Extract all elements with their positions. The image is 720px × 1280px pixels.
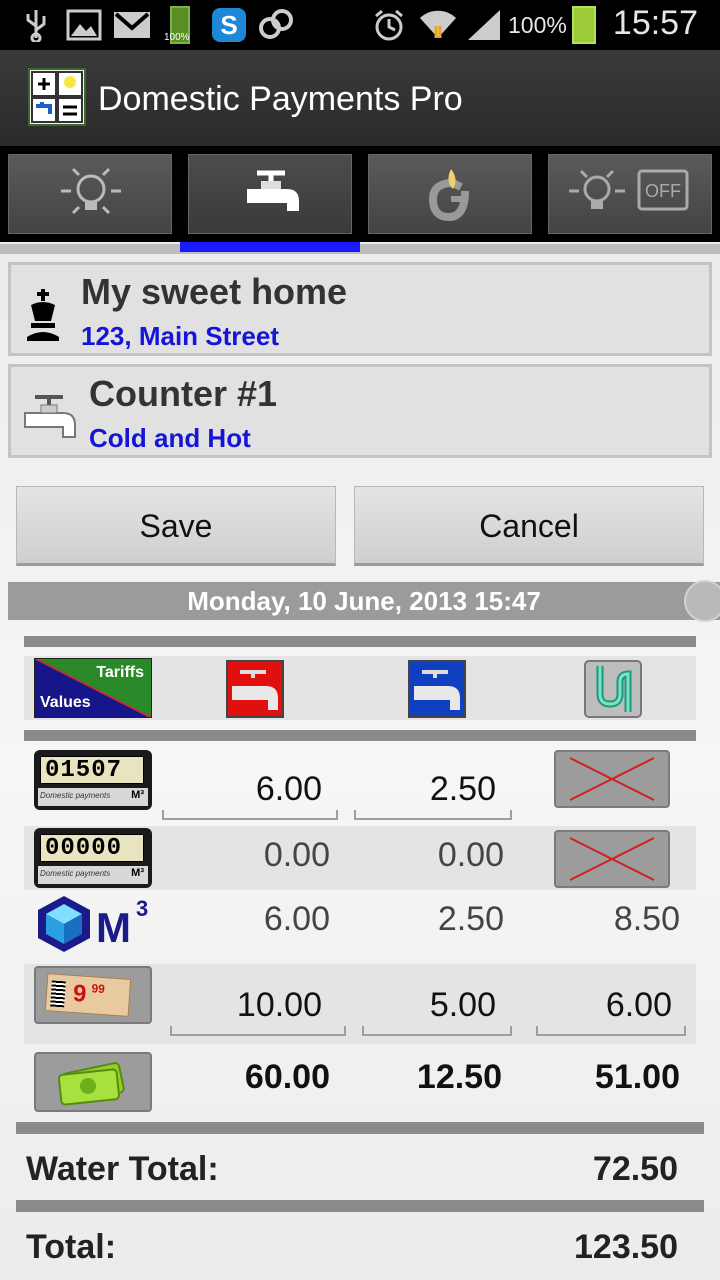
signal-icon — [468, 10, 500, 40]
meter-unit: M³ — [131, 867, 144, 879]
battery-small-icon: 100% — [164, 6, 196, 44]
cubic-meter-icon: M 3 — [34, 892, 152, 954]
divider — [24, 636, 696, 647]
water-total-label: Water Total: — [26, 1150, 219, 1188]
status-clock: 15:57 — [612, 4, 698, 42]
content: My sweet home 123, Main Street Counter #… — [0, 254, 720, 1280]
grand-total-value: 123.50 — [574, 1228, 678, 1266]
counter-title: Counter #1 — [89, 373, 278, 414]
tab-gas[interactable] — [368, 154, 532, 234]
sync-icon — [259, 9, 293, 39]
price-tag-icon: 9 99 — [34, 966, 152, 1024]
tariff-sewage-underline — [536, 1026, 686, 1036]
tariffs-label: Tariffs — [96, 664, 144, 681]
alarm-icon — [375, 9, 403, 41]
usage-hot-value: 6.00 — [263, 900, 330, 938]
cold-water-icon — [408, 660, 466, 718]
meter-brand: Domestic payments — [40, 791, 111, 800]
m3-superscript: 3 — [136, 896, 149, 921]
current-cold-input[interactable]: 2.50 — [360, 770, 496, 809]
svg-text:OFF: OFF — [645, 181, 681, 201]
cross-icon — [569, 757, 655, 801]
app-logo-icon — [28, 68, 86, 126]
disabled-sewage-current — [554, 750, 670, 808]
previous-hot-value: 0.00 — [263, 836, 330, 874]
cancel-button[interactable]: Cancel — [354, 486, 704, 566]
meter-brand: Domestic payments — [40, 869, 111, 878]
tariffs-values-toggle[interactable]: Tariffs Values — [33, 657, 153, 719]
usage-sewage-value: 8.50 — [613, 900, 680, 938]
current-hot-input[interactable]: 6.00 — [170, 770, 322, 809]
tariff-cold-underline — [362, 1026, 512, 1036]
water-tap-icon — [247, 170, 299, 211]
skype-icon: S — [212, 8, 246, 42]
status-bar: 100% S 100% 15:57 — [0, 0, 720, 50]
counter-type: Cold and Hot — [89, 423, 251, 453]
usage-cold-value: 2.50 — [437, 900, 504, 938]
cost-cold-value: 12.50 — [416, 1058, 502, 1096]
divider — [16, 1200, 704, 1212]
water-tap-icon — [24, 395, 76, 438]
tab-underline — [0, 244, 720, 254]
gallery-icon — [66, 9, 102, 41]
home-address: 123, Main Street — [81, 321, 279, 351]
tab-bar: OFF — [0, 146, 720, 242]
current-meter-icon: 01507 Domestic payments M³ — [34, 750, 152, 810]
grand-total-label: Total: — [26, 1228, 117, 1266]
tariff-cold-input[interactable]: 5.00 — [360, 986, 496, 1025]
action-bar: Domestic Payments Pro — [0, 50, 720, 146]
divider — [24, 730, 696, 741]
price-tag-cents: 99 — [90, 981, 106, 997]
gmail-icon — [114, 12, 150, 38]
tab-water[interactable] — [188, 154, 352, 234]
current-cold-underline — [354, 810, 512, 820]
cross-icon — [569, 837, 655, 881]
sewage-pipe-icon — [584, 660, 642, 718]
meter-digits: 01507 — [40, 756, 144, 784]
usb-icon — [26, 10, 46, 42]
tariff-hot-underline — [170, 1026, 346, 1036]
lightbulb-icon — [61, 167, 121, 215]
current-hot-underline — [162, 810, 338, 820]
previous-cold-value: 0.00 — [437, 836, 504, 874]
tariff-hot-input[interactable]: 10.00 — [170, 986, 322, 1025]
counter-card[interactable]: Counter #1 Cold and Hot — [8, 364, 712, 458]
hot-water-icon — [226, 660, 284, 718]
water-total-value: 72.50 — [592, 1150, 678, 1188]
meter-unit: M³ — [131, 789, 144, 801]
cost-sewage-value: 51.00 — [594, 1058, 680, 1096]
tab-electricity-off[interactable]: OFF — [548, 154, 712, 234]
meter-digits: 00000 — [40, 834, 144, 862]
app-title: Domestic Payments Pro — [98, 80, 463, 118]
cost-hot-value: 60.00 — [244, 1058, 330, 1096]
money-icon — [34, 1052, 152, 1112]
save-button[interactable]: Save — [16, 486, 336, 566]
m3-label: M — [96, 904, 131, 951]
divider — [16, 1122, 704, 1134]
home-card[interactable]: My sweet home 123, Main Street — [8, 262, 712, 356]
date-bar[interactable]: Monday, 10 June, 2013 15:47 — [8, 582, 720, 620]
values-label: Values — [40, 694, 91, 711]
home-title: My sweet home — [81, 271, 348, 312]
tab-electricity[interactable] — [8, 154, 172, 234]
wifi-icon — [420, 10, 456, 38]
battery-small-label: 100% — [164, 32, 190, 43]
king-chess-icon — [27, 289, 59, 341]
price-tag-value: 9 — [72, 979, 88, 1008]
gas-flame-icon — [428, 169, 469, 222]
previous-meter-icon: 00000 Domestic payments M³ — [34, 828, 152, 888]
scroll-handle[interactable] — [684, 580, 720, 622]
battery-icon — [572, 6, 596, 44]
tariff-sewage-input[interactable]: 6.00 — [540, 986, 672, 1025]
tab-selected-indicator — [180, 242, 360, 252]
lightbulb-off-icon: OFF — [569, 169, 689, 211]
battery-percent: 100% — [508, 12, 567, 38]
disabled-sewage-previous — [554, 830, 670, 888]
barcode-icon — [50, 980, 66, 1008]
